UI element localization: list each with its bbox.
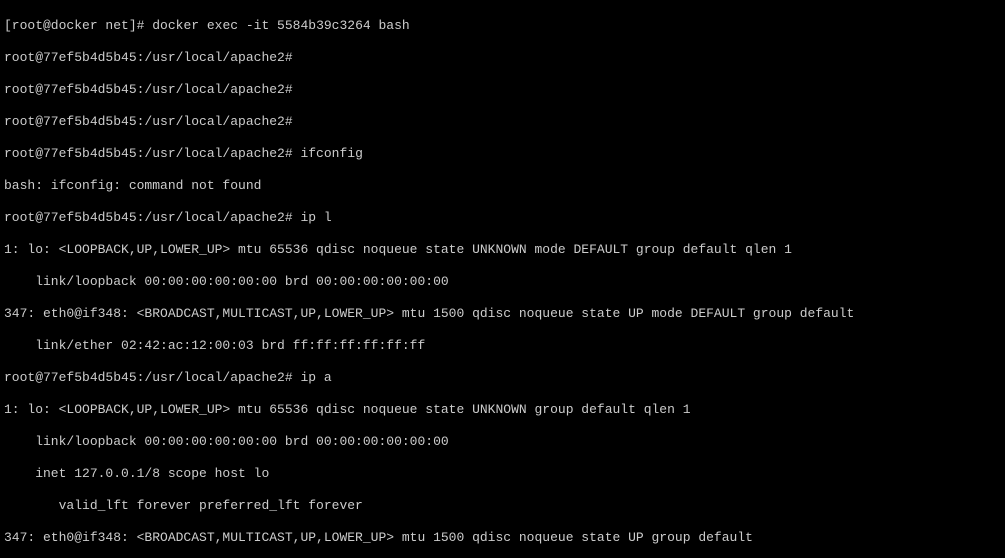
command: ip l	[293, 210, 332, 225]
line-14: link/loopback 00:00:00:00:00:00 brd 00:0…	[4, 434, 1001, 450]
line-6: bash: ifconfig: command not found	[4, 178, 1001, 194]
command: ip a	[293, 370, 332, 385]
prompt: [root@docker net]#	[4, 18, 144, 33]
command: docker exec -it 5584b39c3264 bash	[144, 18, 409, 33]
line-17: 347: eth0@if348: <BROADCAST,MULTICAST,UP…	[4, 530, 1001, 546]
line-2: root@77ef5b4d5b45:/usr/local/apache2#	[4, 50, 1001, 66]
line-12: root@77ef5b4d5b45:/usr/local/apache2# ip…	[4, 370, 1001, 386]
line-8: 1: lo: <LOOPBACK,UP,LOWER_UP> mtu 65536 …	[4, 242, 1001, 258]
line-11: link/ether 02:42:ac:12:00:03 brd ff:ff:f…	[4, 338, 1001, 354]
line-3: root@77ef5b4d5b45:/usr/local/apache2#	[4, 82, 1001, 98]
line-5: root@77ef5b4d5b45:/usr/local/apache2# if…	[4, 146, 1001, 162]
line-13: 1: lo: <LOOPBACK,UP,LOWER_UP> mtu 65536 …	[4, 402, 1001, 418]
line-15: inet 127.0.0.1/8 scope host lo	[4, 466, 1001, 482]
line-16: valid_lft forever preferred_lft forever	[4, 498, 1001, 514]
prompt: root@77ef5b4d5b45:/usr/local/apache2#	[4, 370, 293, 385]
line-4: root@77ef5b4d5b45:/usr/local/apache2#	[4, 114, 1001, 130]
prompt: root@77ef5b4d5b45:/usr/local/apache2#	[4, 210, 293, 225]
command: ifconfig	[293, 146, 363, 161]
prompt: root@77ef5b4d5b45:/usr/local/apache2#	[4, 146, 293, 161]
line-7: root@77ef5b4d5b45:/usr/local/apache2# ip…	[4, 210, 1001, 226]
line-9: link/loopback 00:00:00:00:00:00 brd 00:0…	[4, 274, 1001, 290]
line-10: 347: eth0@if348: <BROADCAST,MULTICAST,UP…	[4, 306, 1001, 322]
line-1: [root@docker net]# docker exec -it 5584b…	[4, 18, 1001, 34]
terminal[interactable]: [root@docker net]# docker exec -it 5584b…	[0, 0, 1005, 558]
